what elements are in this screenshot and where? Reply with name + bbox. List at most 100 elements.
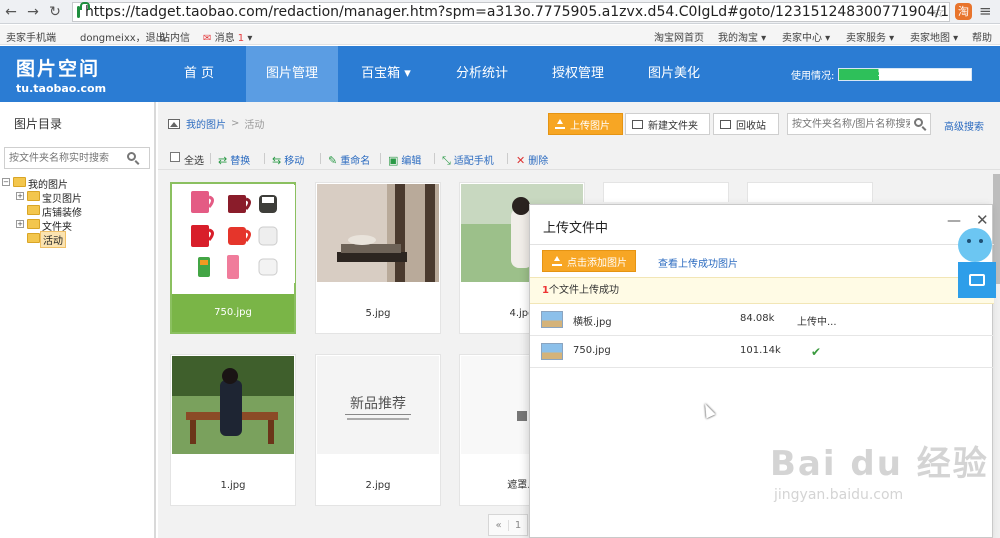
- extension-icon[interactable]: 淘: [955, 3, 972, 20]
- image-search[interactable]: [787, 113, 931, 135]
- mobile-fit-action[interactable]: ⤡ 适配手机: [442, 152, 494, 168]
- nav-authorization[interactable]: 授权管理: [530, 46, 626, 102]
- chat-float-button[interactable]: [958, 262, 996, 298]
- add-image-button[interactable]: 点击添加图片: [542, 250, 636, 272]
- logo[interactable]: 图片空间 tu.taobao.com: [16, 54, 106, 95]
- tree-item-folder[interactable]: + 文件夹: [2, 217, 154, 233]
- expand-toggle[interactable]: +: [16, 220, 24, 228]
- seller-service-menu[interactable]: 卖家服务 ▾: [846, 29, 894, 44]
- select-all-label[interactable]: 全选: [184, 152, 204, 167]
- divider: [434, 153, 435, 164]
- site-message-link[interactable]: 站内信: [160, 29, 190, 44]
- back-icon[interactable]: ←: [0, 1, 22, 23]
- address-bar[interactable]: https://tadget.taobao.com/redaction/mana…: [72, 2, 950, 22]
- divider: [507, 153, 508, 164]
- main-nav: 首 页 图片管理 百宝箱 ▾ 分析统计 授权管理 图片美化: [152, 46, 722, 102]
- forward-icon[interactable]: →: [22, 1, 44, 23]
- folder-icon: [27, 233, 40, 243]
- image-card-1[interactable]: 1.jpg: [170, 354, 296, 506]
- trash-icon: [720, 119, 731, 129]
- breadcrumb: 我的图片 > 活动: [168, 116, 264, 131]
- mascot-icon[interactable]: [958, 228, 992, 262]
- tree-item-shop-decoration[interactable]: 店铺装修: [2, 203, 154, 219]
- move-icon: ⇆: [272, 154, 282, 167]
- image-icon: [168, 118, 180, 129]
- search-icon[interactable]: [127, 152, 136, 161]
- image-filename: 2.jpg: [365, 480, 391, 491]
- delete-action[interactable]: ✕ 删除: [516, 152, 548, 167]
- select-all-checkbox[interactable]: [170, 152, 180, 162]
- folder-search[interactable]: [4, 147, 150, 169]
- tree-label-selected: 活动: [40, 231, 66, 248]
- my-taobao-menu[interactable]: 我的淘宝 ▾: [718, 29, 766, 44]
- help-link[interactable]: 帮助: [972, 29, 992, 44]
- image-card-5[interactable]: 5.jpg: [315, 182, 441, 334]
- messages-link[interactable]: ✉ 消息 1 ▾: [203, 29, 252, 44]
- messages-count: 1: [237, 33, 245, 44]
- dialog-title: 上传文件中: [543, 221, 609, 236]
- delete-x-icon: ✕: [516, 154, 526, 167]
- pencil-icon: ✎: [328, 154, 338, 167]
- expand-toggle[interactable]: +: [16, 192, 24, 200]
- folder-tree: − 我的图片 + 宝贝图片 店铺装修 + 文件夹 活动: [2, 175, 154, 248]
- collapse-toggle[interactable]: −: [2, 178, 10, 186]
- success-count: 1: [542, 285, 549, 296]
- tree-item-activity[interactable]: 活动: [2, 231, 154, 248]
- move-label: 移动: [284, 156, 305, 167]
- view-uploaded-link[interactable]: 查看上传成功图片: [658, 255, 738, 270]
- storage-usage: 使用情况: 5.94G/20.00G: [791, 67, 973, 82]
- dialog-divider: [530, 244, 994, 245]
- logo-title: 图片空间: [16, 58, 101, 80]
- tree-item-product-images[interactable]: + 宝贝图片: [2, 189, 154, 205]
- messages-label: 消息: [214, 33, 235, 44]
- prev-page-button[interactable]: «: [489, 519, 509, 531]
- tree-item-my-images[interactable]: − 我的图片: [2, 175, 154, 191]
- file-name: 横板.jpg: [573, 317, 612, 328]
- usage-label: 使用情况:: [791, 71, 835, 82]
- folder-sidebar: 图片目录 − 我的图片 + 宝贝图片 店铺装修 + 文件夹 活动: [0, 102, 156, 538]
- image-card-2[interactable]: 新品推荐 2.jpg: [315, 354, 441, 506]
- bookmark-star-icon[interactable]: ☆: [932, 3, 945, 21]
- reload-icon[interactable]: ↻: [44, 1, 66, 23]
- rename-action[interactable]: ✎ 重命名: [328, 152, 370, 167]
- mobile-seller-link[interactable]: 卖家手机端: [6, 29, 56, 44]
- replace-action[interactable]: ⇄ 替换: [218, 152, 250, 167]
- upload-success-notice: 1个文件上传成功: [530, 277, 994, 304]
- edit-action[interactable]: ▣ 编辑: [388, 152, 421, 167]
- browser-toolbar: ← → ↻ https://tadget.taobao.com/redactio…: [0, 0, 1000, 24]
- minimize-icon[interactable]: —: [947, 213, 961, 229]
- seller-map-menu[interactable]: 卖家地图 ▾: [910, 29, 958, 44]
- file-image-icon: [541, 311, 563, 328]
- folder-search-input[interactable]: [5, 148, 125, 168]
- recycle-bin-button[interactable]: 回收站: [713, 113, 779, 135]
- image-filename: 750.jpg: [172, 294, 294, 332]
- upload-image-button[interactable]: 上传图片: [548, 113, 623, 135]
- nav-image-manage[interactable]: 图片管理: [246, 46, 338, 102]
- new-folder-button[interactable]: 新建文件夹: [625, 113, 710, 135]
- image-search-input[interactable]: [788, 114, 910, 134]
- image-card-hidden-2[interactable]: [747, 182, 873, 202]
- nav-toolbox[interactable]: 百宝箱 ▾: [338, 46, 434, 102]
- lock-icon: [77, 2, 90, 18]
- page-scrollbar[interactable]: [993, 174, 1000, 538]
- image-thumbnail-cups: [173, 185, 295, 283]
- user-logout-link[interactable]: dongmeixx，退出: [80, 29, 166, 44]
- move-action[interactable]: ⇆ 移动: [272, 152, 304, 167]
- taobao-home-link[interactable]: 淘宝网首页: [654, 29, 704, 44]
- page-1-button[interactable]: 1: [509, 520, 527, 531]
- nav-analytics[interactable]: 分析统计: [434, 46, 530, 102]
- usage-fill: [839, 69, 879, 80]
- image-card-hidden-1[interactable]: [603, 182, 729, 202]
- image-card-750[interactable]: 750.jpg: [170, 182, 296, 334]
- nav-beautify[interactable]: 图片美化: [626, 46, 722, 102]
- advanced-search-link[interactable]: 高级搜索: [944, 118, 984, 133]
- url-text[interactable]: https://tadget.taobao.com/redaction/mana…: [85, 4, 949, 20]
- search-icon[interactable]: [914, 118, 923, 127]
- browser-menu-icon[interactable]: ≡: [979, 2, 992, 20]
- upload-file-row: 横板.jpg 84.08k 上传中...: [530, 304, 994, 336]
- breadcrumb-root[interactable]: 我的图片: [186, 116, 226, 131]
- nav-home[interactable]: 首 页: [152, 46, 246, 102]
- divider: [380, 153, 381, 164]
- seller-center-menu[interactable]: 卖家中心 ▾: [782, 29, 830, 44]
- close-icon[interactable]: ✕: [976, 211, 989, 229]
